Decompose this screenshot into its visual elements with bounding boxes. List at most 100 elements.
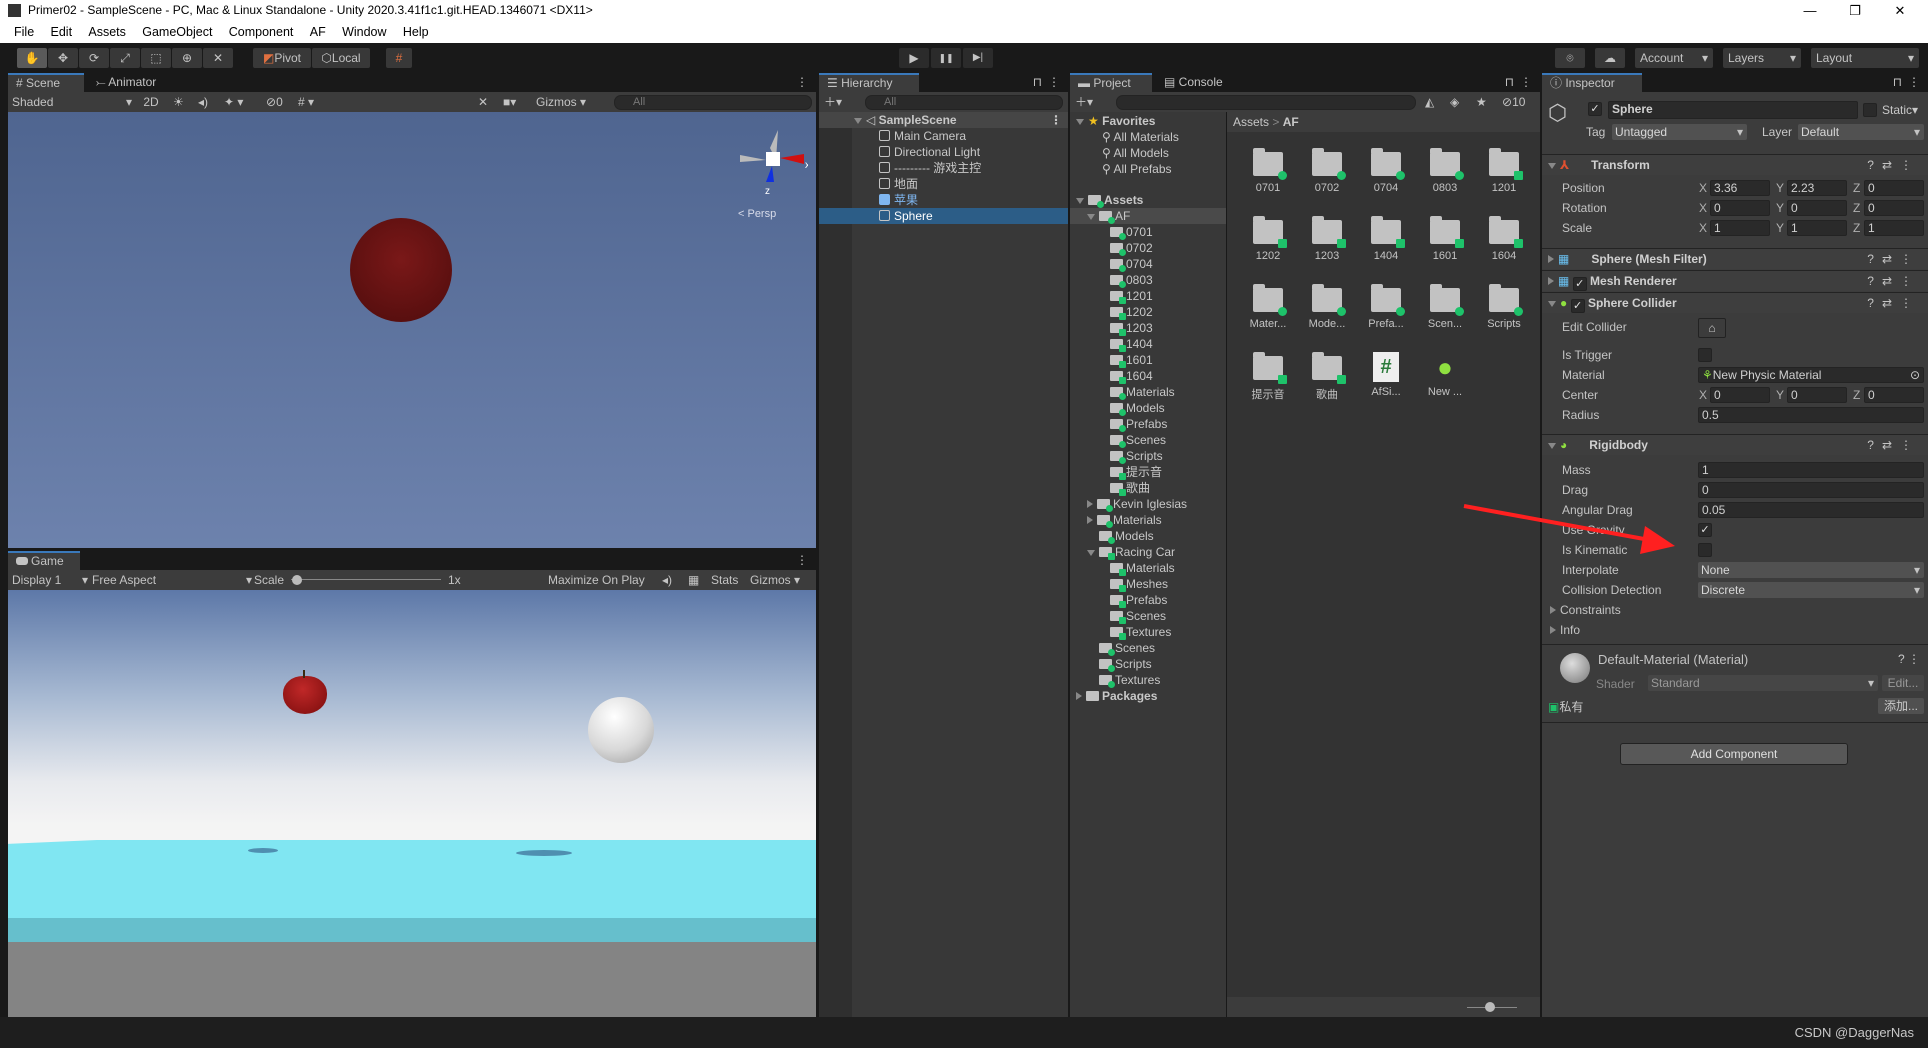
active-checkbox[interactable]: ✓ <box>1588 102 1602 116</box>
shader-dropdown[interactable]: Standard <box>1648 675 1878 691</box>
hidden-packages-toggle[interactable]: ⊘10 <box>1502 92 1525 112</box>
transform-scale-y-field[interactable]: 1 <box>1787 220 1847 236</box>
sphere-collider-enabled-checkbox[interactable]: ✓ <box>1570 299 1585 313</box>
hierarchy-item[interactable]: 苹果 <box>819 192 1068 208</box>
center-z-field[interactable]: 0 <box>1864 387 1924 403</box>
expand-arrow-icon[interactable] <box>1087 516 1093 524</box>
project-folder-item[interactable]: Packages <box>1070 688 1226 704</box>
hierarchy-item[interactable]: Sphere <box>819 208 1068 224</box>
project-folder-item[interactable]: 提示音 <box>1070 464 1226 480</box>
sphere-collider-header[interactable]: ● ✓ Sphere Collider ?⇄⋮ <box>1542 292 1928 313</box>
center-y-field[interactable]: 0 <box>1787 387 1847 403</box>
project-folder-item[interactable]: 0704 <box>1070 256 1226 272</box>
search-by-label-icon[interactable]: ◈ <box>1450 92 1459 112</box>
project-folder-item[interactable]: Prefabs <box>1070 416 1226 432</box>
layers-dropdown[interactable]: Layers ▾ <box>1723 48 1801 68</box>
gizmos-dropdown[interactable]: Gizmos ▾ <box>536 92 586 112</box>
game-view[interactable] <box>8 590 816 1017</box>
transform-rotation-z-field[interactable]: 0 <box>1864 200 1924 216</box>
collision-detection-dropdown[interactable]: Discrete <box>1698 582 1924 598</box>
favorite-item[interactable]: ⚲ All Materials <box>1102 129 1179 145</box>
scale-slider[interactable] <box>291 579 441 580</box>
asset-item[interactable]: ● New ... <box>1416 352 1474 398</box>
move-tool-icon[interactable]: ✥ <box>48 48 78 68</box>
asset-item[interactable]: Scripts <box>1475 284 1533 330</box>
is-trigger-checkbox[interactable] <box>1698 348 1712 362</box>
project-folder-item[interactable]: 1203 <box>1070 320 1226 336</box>
project-folder-item[interactable]: 0803 <box>1070 272 1226 288</box>
cloud-icon[interactable]: ☁ <box>1595 48 1625 68</box>
shader-edit-button[interactable]: Edit... <box>1882 675 1924 691</box>
maximize-button[interactable]: ❐ <box>1835 0 1875 21</box>
pause-button[interactable]: ❚❚ <box>931 48 961 68</box>
hierarchy-add-button[interactable]: ＋▾ <box>824 92 842 112</box>
collab-icon[interactable]: ⌾ <box>1555 48 1585 68</box>
project-folder-item[interactable]: Materials <box>1070 384 1226 400</box>
maximize-on-play-toggle[interactable]: Maximize On Play <box>548 570 645 590</box>
step-button[interactable]: ▶| <box>963 48 993 68</box>
asset-item[interactable]: 1201 <box>1475 148 1533 194</box>
mute-audio-icon[interactable]: ◂) <box>662 570 672 590</box>
angular-drag-field[interactable]: 0.05 <box>1698 502 1924 518</box>
shading-mode-dropdown[interactable]: Shaded ▾ <box>12 92 132 112</box>
project-folder-item[interactable]: 0701 <box>1070 224 1226 240</box>
game-more-icon[interactable]: ⋮ <box>788 551 816 570</box>
transform-scale-x-field[interactable]: 1 <box>1710 220 1770 236</box>
project-folder-item[interactable]: Kevin Iglesias <box>1070 496 1226 512</box>
2d-toggle[interactable]: 2D <box>139 92 163 112</box>
mesh-renderer-header[interactable]: ▦ ✓ Mesh Renderer ?⇄⋮ <box>1542 270 1928 291</box>
menu-af[interactable]: AF <box>310 25 326 39</box>
rigidbody-header[interactable]: ◕ Rigidbody ?⇄⋮ <box>1542 434 1928 455</box>
asset-item[interactable]: 1203 <box>1298 216 1356 262</box>
menu-assets[interactable]: Assets <box>88 25 126 39</box>
hierarchy-item[interactable]: Main Camera <box>819 128 1068 144</box>
constraints-foldout[interactable]: Constraints <box>1550 601 1621 619</box>
scene-search-input[interactable]: All <box>614 95 812 110</box>
scene-more-icon[interactable]: ⋮ <box>788 73 816 92</box>
info-foldout[interactable]: Info <box>1550 621 1580 639</box>
project-folder-item[interactable]: Scenes <box>1070 608 1226 624</box>
minimize-button[interactable]: — <box>1790 0 1830 21</box>
asset-item[interactable]: 0702 <box>1298 148 1356 194</box>
asset-item[interactable]: 0803 <box>1416 148 1474 194</box>
search-by-type-icon[interactable]: ◭ <box>1425 92 1434 112</box>
transform-position-z-field[interactable]: 0 <box>1864 180 1924 196</box>
asset-item[interactable]: 1404 <box>1357 216 1415 262</box>
mesh-renderer-enabled-checkbox[interactable]: ✓ <box>1572 277 1587 291</box>
hidden-objects-toggle[interactable]: ⊘0 <box>266 92 283 112</box>
edit-collider-button[interactable]: ⌂ <box>1698 318 1726 338</box>
project-folder-item[interactable]: Models <box>1070 528 1226 544</box>
scene-view[interactable]: x z < Persp <box>8 112 816 548</box>
asset-item[interactable]: 1601 <box>1416 216 1474 262</box>
scene-orientation-gizmo[interactable]: x z <box>728 120 808 210</box>
menu-gameobject[interactable]: GameObject <box>142 25 212 39</box>
drag-field[interactable]: 0 <box>1698 482 1924 498</box>
scale-slider-handle[interactable] <box>292 575 302 585</box>
asset-item[interactable]: 1604 <box>1475 216 1533 262</box>
hierarchy-search-input[interactable]: All <box>865 95 1063 110</box>
menu-window[interactable]: Window <box>342 25 386 39</box>
play-button[interactable]: ▶ <box>899 48 929 68</box>
favorites-header[interactable]: ★ Favorites <box>1076 113 1155 129</box>
private-toggle[interactable]: ▣私有 <box>1548 698 1583 715</box>
hierarchy-more-icon[interactable]: ⋮ <box>1040 73 1068 92</box>
rect-tool-icon[interactable]: ⬚ <box>141 48 171 68</box>
project-folder-item[interactable]: 0702 <box>1070 240 1226 256</box>
asset-item[interactable]: Mater... <box>1239 284 1297 330</box>
transform-position-y-field[interactable]: 2.23 <box>1787 180 1847 196</box>
menu-component[interactable]: Component <box>229 25 294 39</box>
tab-console[interactable]: ▤ Console <box>1156 73 1231 92</box>
tag-dropdown[interactable]: Untagged <box>1612 124 1747 140</box>
favorite-item[interactable]: ⚲ All Prefabs <box>1102 161 1172 177</box>
project-folder-item[interactable]: Materials <box>1070 512 1226 528</box>
scene-root-item[interactable]: ◁ SampleScene ⋮ <box>819 112 1068 128</box>
hierarchy-item[interactable]: 地面 <box>819 176 1068 192</box>
favorite-item[interactable]: ⚲ All Models <box>1102 145 1169 161</box>
transform-header[interactable]: ⅄ Transform ?⇄⋮ <box>1542 154 1928 175</box>
pivot-toggle[interactable]: ◩Pivot <box>253 48 311 68</box>
project-folder-item[interactable]: Assets <box>1070 192 1226 208</box>
icon-size-slider-handle[interactable] <box>1485 1002 1495 1012</box>
expand-arrow-icon[interactable] <box>1087 214 1095 220</box>
transform-rotation-y-field[interactable]: 0 <box>1787 200 1847 216</box>
grid-snap-icon[interactable]: # <box>386 48 412 68</box>
